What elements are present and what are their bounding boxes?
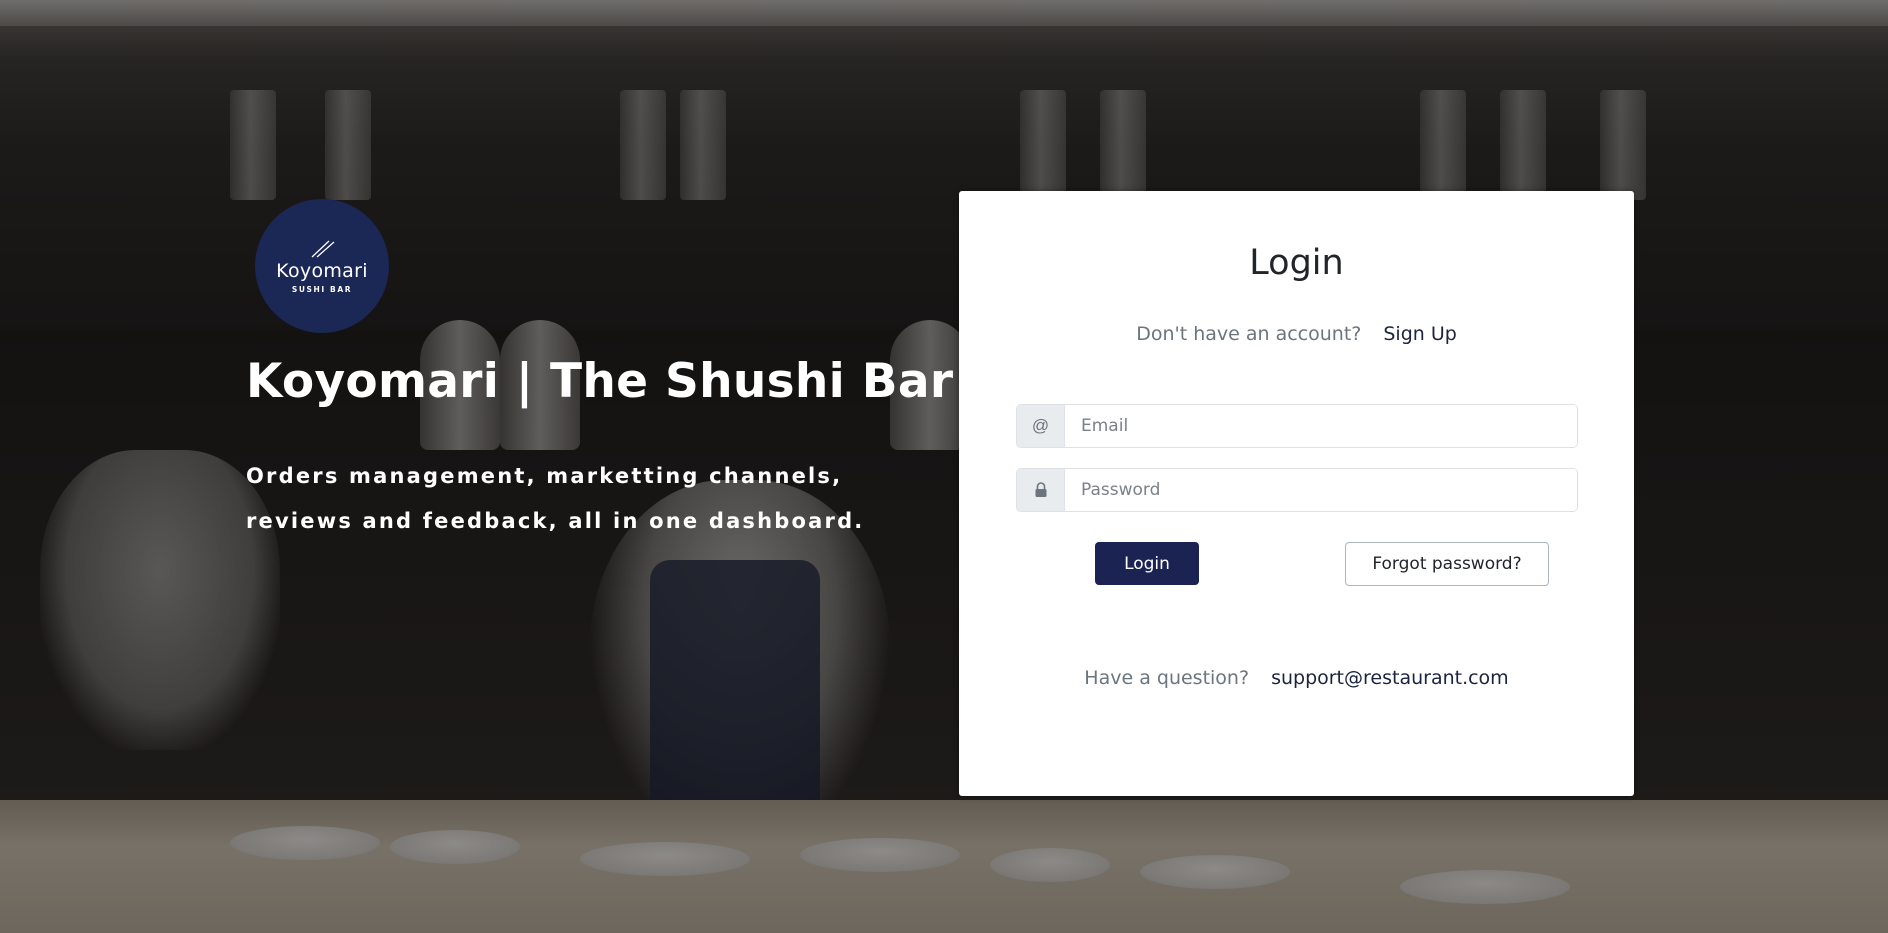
logo-subtitle: SUSHI BAR <box>291 284 353 294</box>
chopsticks-icon <box>311 240 335 257</box>
lock-icon <box>1017 469 1065 511</box>
password-input-group <box>1016 468 1578 512</box>
login-card: Login Don't have an account? Sign Up @ L… <box>959 191 1634 796</box>
login-title: Login <box>1249 243 1344 283</box>
forgot-password-button[interactable]: Forgot password? <box>1345 542 1549 586</box>
email-input[interactable] <box>1065 405 1577 447</box>
email-input-group: @ <box>1016 404 1578 448</box>
support-prompt: Have a question? support@restaurant.com <box>959 667 1634 689</box>
brand-logo: Koyomari SUSHI BAR <box>255 199 389 333</box>
no-account-text: Don't have an account? <box>1136 323 1362 345</box>
support-email-link[interactable]: support@restaurant.com <box>1271 667 1509 689</box>
hero-title: Koyomari | The Shushi Bar <box>246 354 954 409</box>
logo-brand-name: Koyomari <box>276 259 368 282</box>
hero-subtitle: Orders management, marketting channels, … <box>246 464 865 533</box>
login-page: Koyomari SUSHI BAR Koyomari | The Shushi… <box>0 0 1888 933</box>
question-text: Have a question? <box>1084 667 1250 689</box>
sign-up-link[interactable]: Sign Up <box>1383 323 1456 345</box>
at-sign-icon: @ <box>1017 405 1065 447</box>
password-input[interactable] <box>1065 469 1577 511</box>
login-button[interactable]: Login <box>1095 542 1199 585</box>
signup-prompt: Don't have an account? Sign Up <box>959 323 1634 345</box>
